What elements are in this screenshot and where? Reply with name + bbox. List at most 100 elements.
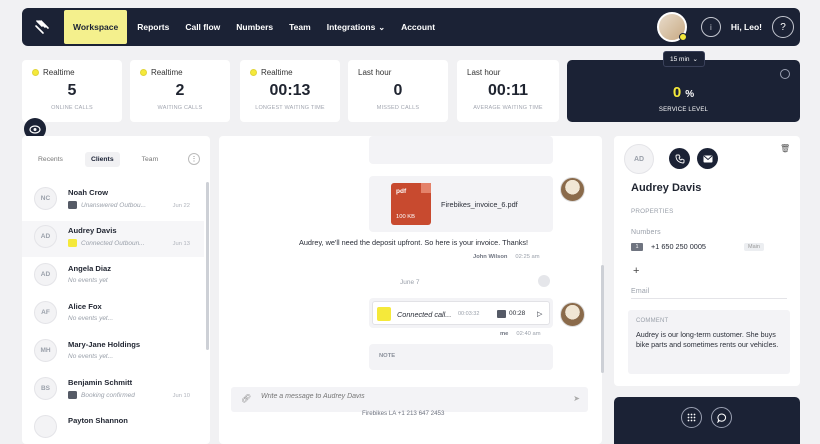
file-size: 100 KB <box>396 214 416 220</box>
contact-item[interactable]: BS Benjamin Schmitt Booking confirmed Ju… <box>22 373 204 409</box>
email-label: Email <box>631 288 650 295</box>
file-message[interactable]: pdf 100 KB Firebikes_invoice_6.pdf <box>369 176 553 232</box>
call-connected-icon <box>68 239 77 247</box>
stat-label: Realtime <box>43 68 75 77</box>
email-button[interactable] <box>697 148 718 169</box>
mail-icon <box>703 155 712 162</box>
stat-value: 2 <box>175 82 185 99</box>
contact-date: Jun 10 <box>172 393 190 399</box>
tab-recents[interactable]: Recents <box>38 156 63 163</box>
message-time: 02:25 am <box>515 254 540 260</box>
period-dropdown[interactable]: 15 min ⌄ <box>663 51 705 67</box>
contact-item[interactable]: NC Noah Crow Unanswered Outbou... Jun 22 <box>22 183 204 219</box>
contact-name: Audrey Davis <box>68 226 117 235</box>
contact-item[interactable]: AD Angela Diaz No events yet <box>22 259 204 295</box>
file-name: Firebikes_invoice_6.pdf <box>441 200 518 209</box>
help-icon[interactable]: ? <box>772 16 794 38</box>
contact-item-selected[interactable]: AD Audrey Davis Connected Outboun... Jun… <box>22 221 204 257</box>
dialpad-icon[interactable] <box>681 407 702 428</box>
service-level-label: SERVICE LEVEL <box>658 107 709 113</box>
call-button[interactable] <box>669 148 690 169</box>
nav-team[interactable]: Team <box>281 8 319 46</box>
note-message: NOTE <box>369 344 553 370</box>
stat-value: 5 <box>67 82 77 99</box>
phone-icon <box>675 154 684 163</box>
contact-last-event: No events yet... <box>68 315 114 322</box>
contact-name: Mary-Jane Holdings <box>68 340 141 349</box>
stat-caption: WAITING CALLS <box>157 105 203 111</box>
line-info: Firebikes LA +1 213 647 2453 <box>362 410 445 417</box>
contact-details-panel: AD 🗑︎ Audrey Davis PROPERTIES Numbers 1 … <box>614 136 800 386</box>
play-icon[interactable]: ▷ <box>537 310 542 318</box>
nav-reports[interactable]: Reports <box>129 8 177 46</box>
nav-integrations[interactable]: Integrations ⌄ <box>319 8 393 46</box>
contact-item[interactable]: AF Alice Fox No events yet... <box>22 297 204 333</box>
message-input[interactable] <box>261 393 561 400</box>
contacts-tabs: Recents Clients Team ⋮ <box>22 136 210 182</box>
phone-number-row[interactable]: 1 +1 650 250 0005 Main <box>631 242 764 251</box>
comment-label: COMMENT <box>636 318 669 324</box>
stat-caption: MISSED CALLS <box>376 105 420 111</box>
call-outbound-icon <box>68 201 77 209</box>
nav-right: i Hi, Leo! ? <box>656 12 800 42</box>
message-composer: 🔗︎ ➤ <box>231 387 588 412</box>
call-time: 00:03:32 <box>458 311 480 317</box>
contact-name: Payton Shannon <box>68 416 128 425</box>
contact-item[interactable]: Payton Shannon <box>22 411 204 444</box>
properties-label: PROPERTIES <box>631 208 674 215</box>
call-meta: me 02:40 am <box>500 331 541 337</box>
comment-text: Audrey is our long-term customer. She bu… <box>636 330 779 350</box>
stat-label: Last hour <box>467 68 501 77</box>
dialer-bar <box>614 397 800 444</box>
contacts-scrollbar[interactable] <box>206 182 209 350</box>
service-level-card: 15 min ⌄ 0% SERVICE LEVEL <box>567 51 800 122</box>
stat-longest-waiting: Realtime 00:13 LONGEST WAITING TIME <box>240 60 340 122</box>
conversation-panel: pdf 100 KB Firebikes_invoice_6.pdf Audre… <box>219 136 602 444</box>
settings-icon[interactable] <box>780 69 790 79</box>
avatar: MH <box>34 339 57 362</box>
stat-value: 00:13 <box>269 82 311 99</box>
contact-date: Jun 22 <box>172 203 190 209</box>
info-icon[interactable]: i <box>700 17 721 37</box>
contact-item[interactable]: MH Mary-Jane Holdings No events yet... <box>22 335 204 371</box>
chat-bubble-icon[interactable] <box>711 407 732 428</box>
contact-name: Angela Diaz <box>68 264 112 273</box>
tab-team[interactable]: Team <box>142 156 159 163</box>
avatar: AD <box>34 225 57 248</box>
stat-caption: ONLINE CALLS <box>51 105 93 111</box>
send-icon[interactable]: ➤ <box>573 394 580 403</box>
chat-scrollbar[interactable] <box>601 265 604 373</box>
phone-icon <box>377 307 391 321</box>
avatar: AF <box>34 301 57 324</box>
avatar: AD <box>624 144 654 174</box>
contact-date: Jun 13 <box>172 241 190 247</box>
trash-icon[interactable]: 🗑︎ <box>780 144 790 153</box>
call-record[interactable]: Connected call... 00:03:32 00:28 ▷ <box>372 301 550 325</box>
nav-workspace[interactable]: Workspace <box>64 10 128 44</box>
scroll-down-icon[interactable] <box>538 275 550 287</box>
avatar: NC <box>34 187 57 210</box>
add-number-button[interactable]: + <box>633 265 639 277</box>
nav-numbers[interactable]: Numbers <box>228 8 281 46</box>
nav-call-flow[interactable]: Call flow <box>177 8 228 46</box>
avatar <box>34 415 57 438</box>
stat-label: Realtime <box>151 68 183 77</box>
contact-name: Noah Crow <box>68 188 109 197</box>
call-meta-time: 02:40 am <box>516 331 541 337</box>
contact-last-event: No events yet <box>68 277 108 284</box>
avatar: AD <box>34 263 57 286</box>
attachment-icon[interactable]: 🔗︎ <box>241 394 251 403</box>
nav-account[interactable]: Account <box>393 8 443 46</box>
avatar: BS <box>34 377 57 400</box>
recording-icon <box>497 310 506 318</box>
tab-clients[interactable]: Clients <box>84 151 120 167</box>
call-author: me <box>500 331 509 337</box>
email-field-divider <box>631 298 787 299</box>
contact-last-event: Booking confirmed <box>81 391 135 399</box>
numbers-label: Numbers <box>631 229 661 236</box>
app-logo-icon[interactable] <box>22 8 62 46</box>
contact-last-event: No events yet... <box>68 353 114 360</box>
message-meta: John Wilson 02:25 am <box>473 254 540 260</box>
user-avatar[interactable] <box>656 12 687 42</box>
more-options-icon[interactable]: ⋮ <box>188 153 200 165</box>
